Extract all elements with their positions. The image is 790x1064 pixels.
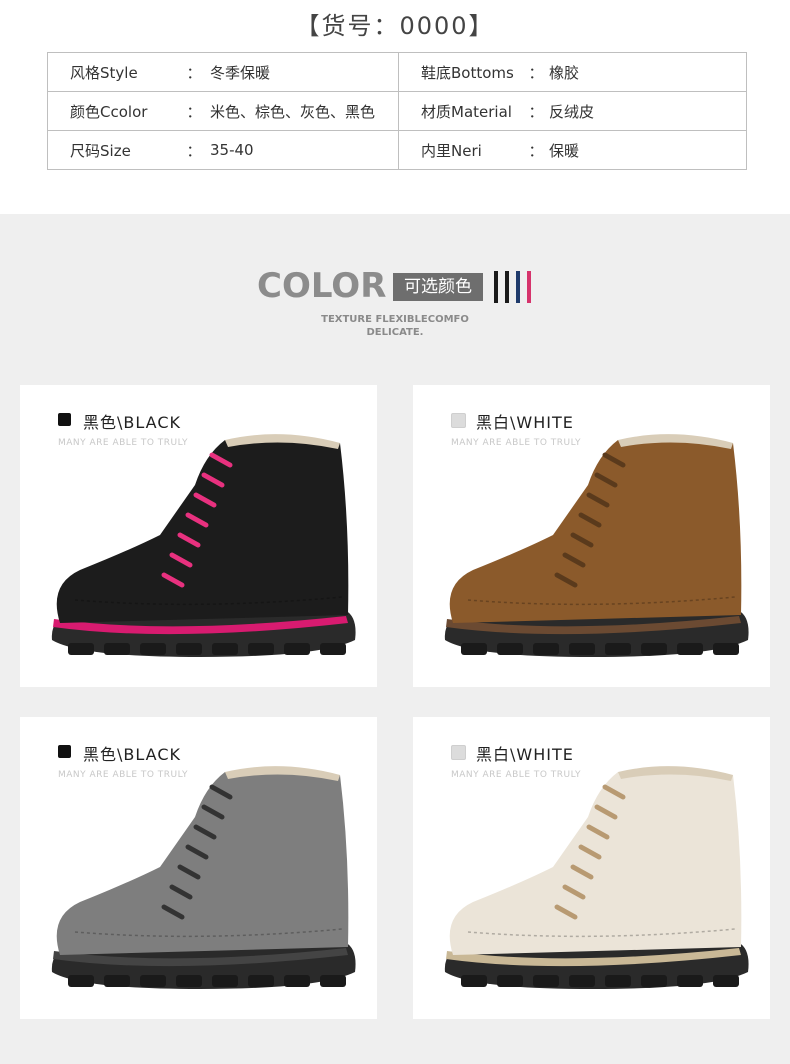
boot-tread [140,643,166,655]
boot-tread [320,975,346,987]
color-badge: 可选颜色 [393,273,483,301]
color-swatch [58,745,71,758]
color-subtitle-line: TEXTURE FLEXIBLECOMFO [321,314,469,325]
boot-tread [68,643,94,655]
boot-tread [569,975,595,987]
spec-colon: ： [186,141,202,160]
spec-row: 颜色Ccolor ： 米色、棕色、灰色、黑色 材质Material ： 反绒皮 [47,91,747,131]
boot-tread [569,643,595,655]
boot-tread [677,975,703,987]
spec-colon: ： [528,141,544,160]
boot-upper [56,772,349,955]
boot-upper [449,772,742,955]
color-label: 黑色\BLACK [83,745,181,764]
color-bars [494,271,531,303]
color-label: 黑白\WHITE [476,413,574,432]
spec-row: 风格Style ： 冬季保暖 鞋底Bottoms ： 橡胶 [47,52,747,92]
boot-tread [641,975,667,987]
product-number-title: 【货号：0000】 [295,12,495,40]
color-bar [527,271,531,303]
spec-key: 风格Style [70,63,138,82]
boot-tread [605,643,631,655]
boot-tread [248,643,274,655]
boot-tread [248,975,274,987]
card-tagline: MANY ARE ABLE TO TRULY [58,770,188,780]
color-bar [516,271,520,303]
boot-tread [176,975,202,987]
color-label: 黑色\BLACK [83,413,181,432]
boot-tread [140,975,166,987]
beige-boot-image [444,766,749,989]
color-card-black[interactable]: 黑色\BLACK MANY ARE ABLE TO TRULY [20,385,377,687]
boot-tread [284,643,310,655]
boot-tread [461,975,487,987]
color-bar [494,271,498,303]
spec-colon: ： [186,63,202,82]
spec-row: 尺码Size ： 35-40 内里Neri ： 保暖 [47,130,747,170]
boot-tread [677,643,703,655]
card-tagline: MANY ARE ABLE TO TRULY [58,438,188,448]
spec-value: 35-40 [210,141,254,159]
spec-colon: ： [528,63,544,82]
boot-upper [449,440,742,623]
color-swatch [58,413,71,426]
color-card-brown[interactable]: 黑白\WHITE MANY ARE ABLE TO TRULY [413,385,770,687]
spec-table: 风格Style ： 冬季保暖 鞋底Bottoms ： 橡胶 颜色Ccolor ： 米色、棕色… [47,52,747,170]
boot-tread [212,643,238,655]
spec-key: 内里Neri [421,141,482,160]
boot-tread [533,643,559,655]
boot-tread [713,975,739,987]
boot-tread [497,643,523,655]
boot-upper [56,440,349,623]
boot-tread [104,975,130,987]
brown-boot-image [444,434,749,657]
boot-tread [713,643,739,655]
boot-tread [320,643,346,655]
color-swatch [451,745,466,760]
spec-value: 反绒皮 [549,102,595,121]
spec-value: 保暖 [549,141,580,160]
spec-value: 橡胶 [549,63,580,82]
color-swatch [451,413,466,428]
card-tagline: MANY ARE ABLE TO TRULY [451,438,581,448]
boot-tread [176,643,202,655]
spec-key: 尺码Size [70,141,131,160]
boot-tread [497,975,523,987]
color-subtitle: TEXTURE FLEXIBLECOMFO DELICATE. [0,313,790,339]
boot-tread [68,975,94,987]
boot-tread [641,643,667,655]
boot-tread [284,975,310,987]
spec-value: 米色、棕色、灰色、黑色 [210,102,376,121]
color-word: COLOR [257,266,387,306]
spec-key: 颜色Ccolor [70,102,148,121]
gray-boot-image [51,766,356,989]
card-tagline: MANY ARE ABLE TO TRULY [451,770,581,780]
black-boot-image [51,434,356,657]
boot-tread [212,975,238,987]
color-heading: COLOR 可选颜色 [0,266,790,308]
boot-tread [605,975,631,987]
color-label: 黑白\WHITE [476,745,574,764]
spec-key: 材质Material [421,102,512,121]
boot-tread [461,643,487,655]
color-subtitle-line: DELICATE. [366,327,424,338]
spec-key: 鞋底Bottoms [421,63,514,82]
boot-tread [104,643,130,655]
spec-colon: ： [528,102,544,121]
spec-colon: ： [186,102,202,121]
boot-tread [533,975,559,987]
color-card-gray[interactable]: 黑色\BLACK MANY ARE ABLE TO TRULY [20,717,377,1019]
spec-value: 冬季保暖 [210,63,271,82]
color-bar [505,271,509,303]
color-card-beige[interactable]: 黑白\WHITE MANY ARE ABLE TO TRULY [413,717,770,1019]
